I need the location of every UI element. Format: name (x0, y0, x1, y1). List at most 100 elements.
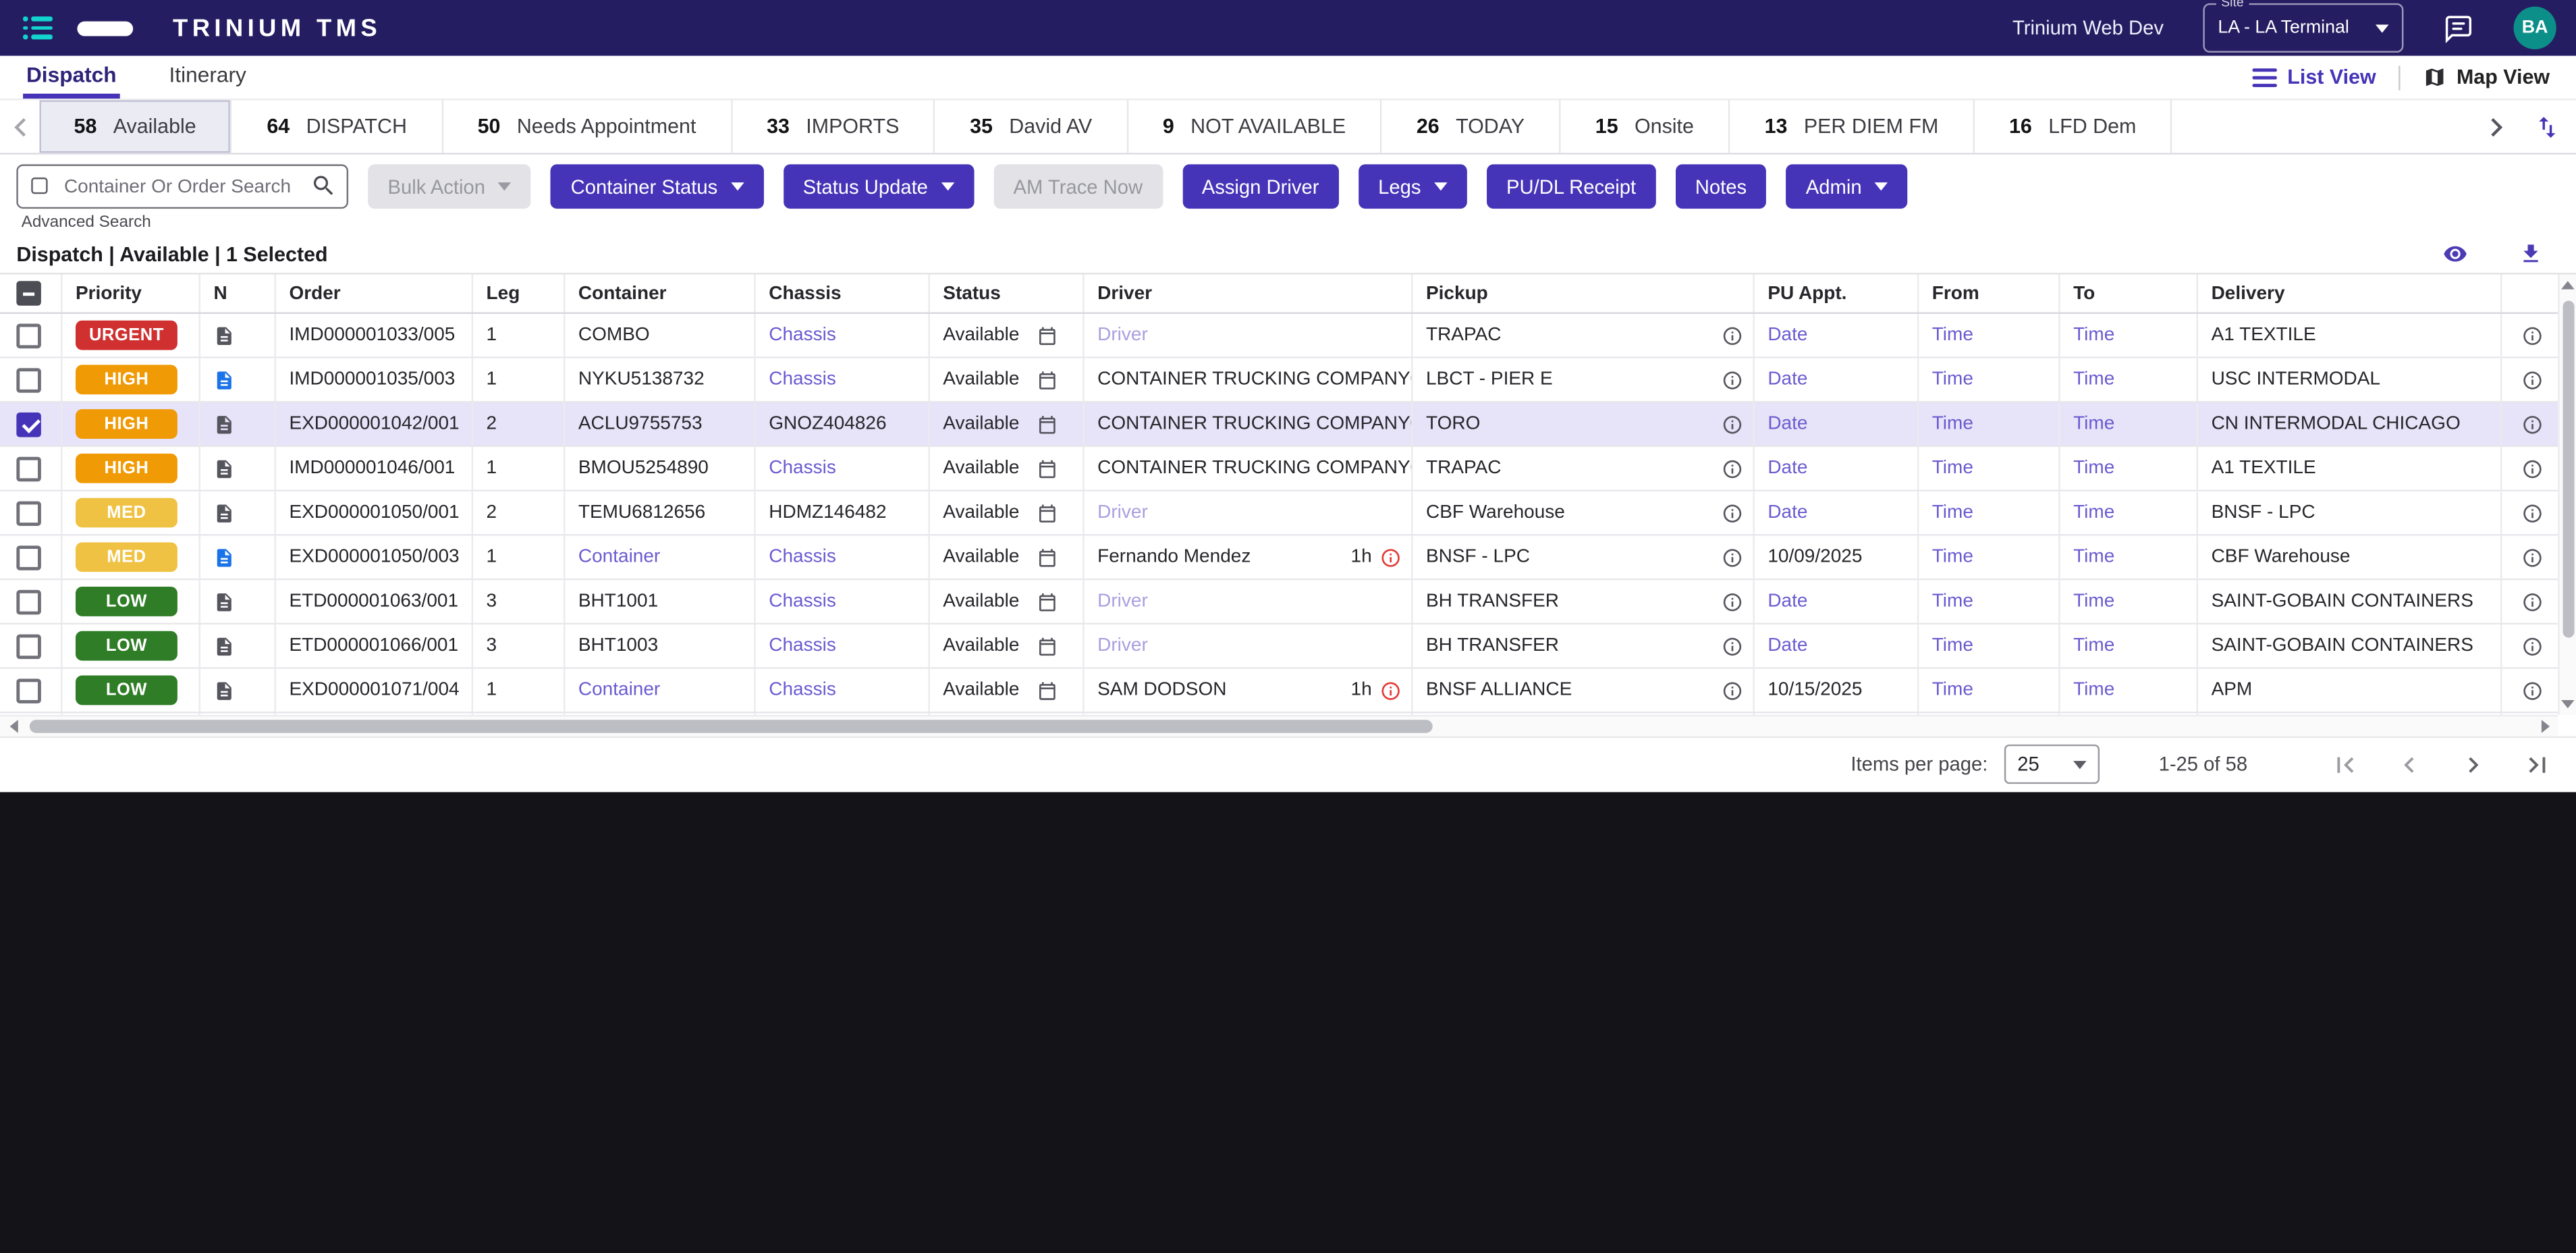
status-calendar-icon[interactable] (1037, 502, 1058, 524)
status-calendar-icon[interactable] (1037, 546, 1058, 568)
table-row[interactable]: URGENTIMD000001033/0051COMBOChassisAvail… (0, 314, 2558, 358)
next-page-button[interactable] (2458, 749, 2489, 780)
column-header-status[interactable]: Status (930, 275, 1085, 313)
vertical-scrollbar[interactable] (2558, 275, 2576, 715)
row-checkbox[interactable] (16, 678, 41, 703)
driver-warning-icon[interactable] (1380, 546, 1402, 568)
table-row[interactable]: LOWETD000001066/0013BHT1003ChassisAvaila… (0, 624, 2558, 669)
filter-tab-not-available[interactable]: 9NOT AVAILABLE (1128, 100, 1382, 153)
container-cell[interactable]: Container (565, 669, 755, 712)
table-row[interactable]: LOWEXD000001071/0041ContainerChassisAvai… (0, 669, 2558, 714)
filter-scroll-left-button[interactable] (0, 100, 39, 153)
scroll-up-arrow-icon[interactable] (2561, 281, 2574, 289)
filter-tab-needs-appointment[interactable]: 50Needs Appointment (443, 100, 732, 153)
app-menu-icon[interactable] (20, 10, 56, 46)
column-header-delivery[interactable]: Delivery (2198, 275, 2502, 313)
pu-dl-receipt-button[interactable]: PU/DL Receipt (1487, 164, 1656, 209)
horizontal-scrollbar[interactable] (0, 714, 2558, 736)
container-cell[interactable]: BHT1001 (565, 580, 755, 622)
pickup-info-icon[interactable] (1722, 635, 1743, 657)
container-status-button[interactable]: Container Status (551, 164, 763, 209)
table-row[interactable]: LOWETD000001063/0013BHT1001ChassisAvaila… (0, 580, 2558, 624)
row-info-icon[interactable] (2521, 502, 2542, 524)
pu-appt-cell[interactable]: Date (1755, 314, 1919, 356)
items-per-page-select[interactable]: 25 (2004, 745, 2100, 784)
filter-tab-david-av[interactable]: 35David AV (935, 100, 1128, 153)
pickup-info-icon[interactable] (1722, 546, 1743, 568)
row-checkbox[interactable] (16, 633, 41, 658)
filter-scroll-right-button[interactable] (2477, 100, 2517, 153)
chassis-cell[interactable]: HDMZ146482 (756, 491, 930, 534)
sort-icon[interactable] (2517, 100, 2576, 153)
order-number[interactable]: IMD000001035/003 (276, 358, 473, 401)
filter-tab-imports[interactable]: 33IMPORTS (732, 100, 935, 153)
column-header-chassis[interactable]: Chassis (756, 275, 930, 313)
notes-doc-icon[interactable] (213, 591, 235, 612)
chassis-cell[interactable]: Chassis (756, 358, 930, 401)
tab-itinerary[interactable]: Itinerary (166, 56, 250, 99)
column-header-leg[interactable]: Leg (473, 275, 565, 313)
tab-dispatch[interactable]: Dispatch (23, 56, 119, 99)
driver-name[interactable]: CONTAINER TRUCKING COMPANY (1097, 458, 1410, 478)
filter-tab-today[interactable]: 26TODAY (1382, 100, 1561, 153)
filter-tab-per-diem-fm[interactable]: 13PER DIEM FM (1730, 100, 1975, 153)
status-calendar-icon[interactable] (1037, 591, 1058, 612)
pu-appt-cell[interactable]: Date (1755, 447, 1919, 489)
pu-appt-cell[interactable]: Date (1755, 491, 1919, 534)
notes-doc-icon[interactable] (213, 325, 235, 346)
from-time-cell[interactable]: Time (1919, 580, 2060, 622)
map-view-button[interactable]: Map View (2423, 65, 2550, 88)
to-time-cell[interactable]: Time (2060, 314, 2198, 356)
pu-appt-cell[interactable]: 10/15/2025 (1755, 669, 1919, 712)
select-all-checkbox[interactable] (16, 281, 41, 306)
pickup-info-icon[interactable] (1722, 458, 1743, 479)
table-row[interactable]: MEDEXD000001050/0012TEMU6812656HDMZ14648… (0, 491, 2558, 536)
order-number[interactable]: IMD000001033/005 (276, 314, 473, 356)
status-calendar-icon[interactable] (1037, 413, 1058, 435)
pu-appt-cell[interactable]: Date (1755, 358, 1919, 401)
assign-driver-button[interactable]: Assign Driver (1182, 164, 1339, 209)
driver-warning-icon[interactable] (1380, 680, 1402, 701)
last-page-button[interactable] (2522, 749, 2553, 780)
row-info-icon[interactable] (2521, 591, 2542, 612)
notes-doc-icon[interactable] (213, 413, 235, 435)
scroll-left-arrow-icon[interactable] (0, 720, 26, 732)
chassis-cell[interactable]: Chassis (756, 624, 930, 667)
row-checkbox[interactable] (16, 500, 41, 525)
driver-name[interactable]: CONTAINER TRUCKING COMPANY (1097, 414, 1410, 433)
to-time-cell[interactable]: Time (2060, 491, 2198, 534)
first-page-button[interactable] (2330, 749, 2361, 780)
row-checkbox[interactable] (16, 367, 41, 392)
legs-button[interactable]: Legs (1359, 164, 1467, 209)
previous-page-button[interactable] (2394, 749, 2425, 780)
status-calendar-icon[interactable] (1037, 369, 1058, 391)
chassis-cell[interactable]: Chassis (756, 669, 930, 712)
row-checkbox[interactable] (16, 456, 41, 481)
order-number[interactable]: IMD000001046/001 (276, 447, 473, 489)
column-header-priority[interactable]: Priority (63, 275, 200, 313)
status-calendar-icon[interactable] (1037, 680, 1058, 701)
driver-name[interactable]: Fernando Mendez (1097, 548, 1251, 567)
from-time-cell[interactable]: Time (1919, 624, 2060, 667)
filter-tab-available[interactable]: 58Available (39, 100, 232, 153)
row-info-icon[interactable] (2521, 369, 2542, 391)
order-number[interactable]: EXD000001050/003 (276, 536, 473, 579)
driver-name[interactable]: Driver (1097, 636, 1148, 656)
filter-tab-dispatch[interactable]: 64DISPATCH (232, 100, 443, 153)
driver-name[interactable]: Driver (1097, 325, 1148, 345)
scroll-right-arrow-icon[interactable] (2531, 720, 2558, 732)
bulk-action-button[interactable]: Bulk Action (368, 164, 531, 209)
filter-tab-onsite[interactable]: 15Onsite (1561, 100, 1730, 153)
driver-name[interactable]: Driver (1097, 591, 1148, 611)
status-calendar-icon[interactable] (1037, 635, 1058, 657)
to-time-cell[interactable]: Time (2060, 624, 2198, 667)
list-view-button[interactable]: List View (2253, 65, 2376, 88)
row-checkbox[interactable] (16, 589, 41, 614)
admin-button[interactable]: Admin (1786, 164, 1908, 209)
order-number[interactable]: ETD000001063/001 (276, 580, 473, 622)
row-info-icon[interactable] (2521, 325, 2542, 346)
row-checkbox[interactable] (16, 545, 41, 570)
pickup-info-icon[interactable] (1722, 680, 1743, 701)
row-info-icon[interactable] (2521, 635, 2542, 657)
pu-appt-cell[interactable]: Date (1755, 624, 1919, 667)
